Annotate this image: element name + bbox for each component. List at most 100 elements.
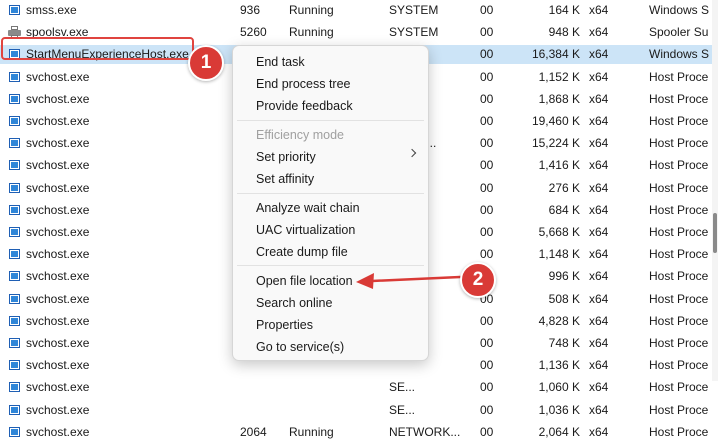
- process-icon: [9, 360, 20, 371]
- process-pid: 936: [240, 3, 261, 17]
- process-architecture: x64: [589, 47, 609, 62]
- process-pid: [240, 401, 284, 420]
- menu-item-go-to-services[interactable]: Go to service(s): [256, 339, 344, 355]
- process-cpu: 00: [480, 202, 494, 217]
- process-name: svchost.exe: [26, 202, 90, 217]
- process-memory: 1,416 K: [538, 158, 580, 173]
- process-icon: [9, 426, 20, 437]
- menu-item-open-file-location[interactable]: Open file location: [256, 273, 353, 289]
- scrollbar-thumb[interactable]: [713, 213, 717, 253]
- process-user: SE...: [389, 380, 416, 395]
- process-cpu: 00: [480, 180, 494, 195]
- process-description: Host Proce: [649, 225, 709, 239]
- process-status: [289, 401, 384, 420]
- process-icon: [9, 71, 20, 82]
- process-pid: 2064: [240, 424, 267, 439]
- process-architecture: x64: [589, 202, 609, 217]
- process-description: Host Proce: [649, 247, 709, 262]
- process-cpu: 00: [480, 91, 494, 106]
- menu-item-uac-virtualization[interactable]: UAC virtualization: [256, 222, 355, 238]
- menu-item-create-dump-file[interactable]: Create dump file: [256, 244, 348, 260]
- process-icon: [9, 182, 20, 193]
- process-pid: 5260: [240, 25, 267, 40]
- menu-item-end-process-tree[interactable]: End process tree: [256, 76, 351, 92]
- process-name: svchost.exe: [26, 247, 90, 262]
- process-architecture: x64: [589, 380, 609, 395]
- process-icon: [9, 93, 20, 104]
- process-description: Host Proce: [649, 202, 709, 217]
- process-memory: 948 K: [548, 25, 580, 40]
- process-memory: 276 K: [548, 180, 580, 195]
- process-architecture: x64: [589, 158, 609, 173]
- process-name: svchost.exe: [26, 158, 90, 173]
- process-description: Host Proce: [649, 380, 709, 395]
- vertical-scrollbar[interactable]: [712, 0, 718, 381]
- process-memory: 19,460 K: [531, 114, 580, 128]
- table-row[interactable]: svchost.exe SE... 00 1,060 K x64 Host Proce: [0, 378, 712, 397]
- process-architecture: x64: [589, 225, 609, 239]
- process-architecture: x64: [589, 114, 609, 128]
- process-icon: [9, 204, 20, 215]
- process-cpu: 00: [480, 402, 494, 417]
- process-cpu: 00: [480, 336, 494, 350]
- process-user: SYSTEM: [389, 3, 439, 17]
- process-name: svchost.exe: [26, 269, 90, 284]
- table-row[interactable]: svchost.exe 2064 Running NETWORK... 00 2,064 …: [0, 423, 712, 442]
- process-icon: [9, 382, 20, 393]
- menu-item-properties[interactable]: Properties: [256, 317, 313, 333]
- process-architecture: x64: [589, 91, 609, 106]
- menu-item-search-online[interactable]: Search online: [256, 295, 332, 311]
- process-user: SE...: [389, 402, 416, 417]
- process-architecture: x64: [589, 313, 609, 328]
- process-name: svchost.exe: [26, 114, 90, 128]
- process-pid: [240, 378, 284, 397]
- process-memory: 164 K: [548, 3, 580, 17]
- process-memory: 15,224 K: [531, 136, 580, 151]
- process-architecture: x64: [589, 180, 609, 195]
- menu-item-set-affinity[interactable]: Set affinity: [256, 171, 314, 187]
- menu-item-set-priority[interactable]: Set priority: [256, 149, 316, 165]
- process-icon: [9, 404, 20, 415]
- process-cpu: 00: [480, 47, 494, 62]
- process-name: svchost.exe: [26, 313, 90, 328]
- process-name: svchost.exe: [26, 180, 90, 195]
- process-name: svchost.exe: [26, 358, 90, 373]
- process-memory: 748 K: [548, 336, 580, 350]
- process-architecture: x64: [589, 358, 609, 373]
- process-description: Host Proce: [649, 313, 709, 328]
- menu-item-end-task[interactable]: End task: [256, 54, 305, 70]
- process-name: svchost.exe: [26, 136, 90, 151]
- process-memory: 16,384 K: [531, 47, 580, 62]
- process-name: svchost.exe: [26, 402, 90, 417]
- process-memory: 1,148 K: [538, 247, 580, 262]
- process-memory: 2,064 K: [538, 424, 580, 439]
- process-cpu: 00: [480, 424, 494, 439]
- process-memory: 4,828 K: [538, 313, 580, 328]
- table-row[interactable]: smss.exe 936 Running SYSTEM 00 164 K x64 Window…: [0, 1, 712, 20]
- process-icon: [9, 5, 20, 15]
- process-description: Host Proce: [649, 114, 709, 128]
- process-status: Running: [289, 25, 334, 40]
- process-architecture: x64: [589, 3, 609, 17]
- process-description: Host Proce: [649, 336, 709, 350]
- process-description: Host Proce: [649, 180, 709, 195]
- process-description: Host Proce: [649, 158, 709, 173]
- process-status: Running: [289, 424, 334, 439]
- process-cpu: 00: [480, 3, 494, 17]
- process-description: Windows S: [649, 47, 710, 62]
- menu-item-provide-feedback[interactable]: Provide feedback: [256, 98, 353, 114]
- process-architecture: x64: [589, 269, 609, 284]
- process-cpu: 00: [480, 313, 494, 328]
- menu-item-analyze-wait-chain[interactable]: Analyze wait chain: [256, 200, 360, 216]
- process-memory: 508 K: [548, 291, 580, 306]
- menu-separator: [237, 265, 424, 266]
- process-architecture: x64: [589, 336, 609, 350]
- process-description: Host Proce: [649, 269, 709, 284]
- process-architecture: x64: [589, 69, 609, 84]
- process-name: svchost.exe: [26, 336, 90, 350]
- process-status: Running: [289, 3, 334, 17]
- step-badge-2: 2: [460, 262, 496, 298]
- table-row[interactable]: svchost.exe SE... 00 1,036 K x64 Host Proce: [0, 401, 712, 420]
- process-architecture: x64: [589, 247, 609, 262]
- menu-separator: [237, 193, 424, 194]
